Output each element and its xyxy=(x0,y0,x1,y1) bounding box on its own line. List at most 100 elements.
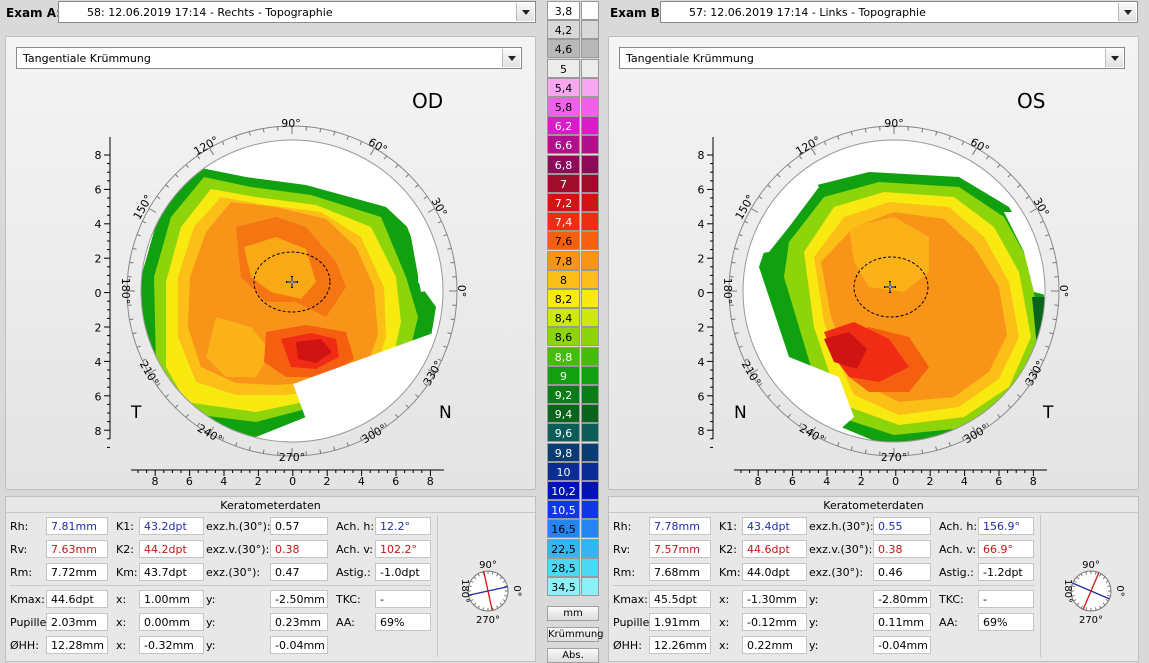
chevron-down-icon[interactable] xyxy=(1105,49,1123,67)
topography-map-b[interactable]: 886644220022446688 90° 60° 30° 0° 330° 3… xyxy=(609,77,1140,491)
map-type-select-b[interactable]: Tangentiale Krümmung xyxy=(619,47,1125,69)
k1-label: K1: xyxy=(116,520,134,533)
angle-90-a: 90° xyxy=(281,117,301,130)
y-tick-label: 6 xyxy=(698,184,705,197)
pup_x-label: x: xyxy=(719,616,729,629)
angle-tick xyxy=(149,209,156,213)
angle-60-a: 60° xyxy=(366,135,389,156)
chevron-down-icon[interactable] xyxy=(502,49,520,67)
y-tick-label: 8 xyxy=(95,425,102,438)
y-tick-label: 6 xyxy=(698,391,705,404)
scale-value: 4,6 xyxy=(547,39,580,58)
kmax_y-value: -2.50mm xyxy=(270,590,328,608)
x-tick-label: 2 xyxy=(324,475,331,488)
kmax-value: 44.6dpt xyxy=(46,590,108,608)
mm-button[interactable]: mm xyxy=(547,606,599,621)
scale-swatch xyxy=(581,519,599,538)
scale-cell: 9 xyxy=(547,366,599,385)
angle-tick xyxy=(936,132,937,136)
angle-tick xyxy=(320,450,321,454)
angle-150-b: 150° xyxy=(733,193,758,222)
keratometer-title: Keratometerdaten xyxy=(609,499,1138,513)
scale-cell: 9,4 xyxy=(547,404,599,423)
hh_y-value: -0.04mm xyxy=(873,636,931,654)
scale-value: 5,8 xyxy=(547,97,580,116)
scale-value: 8,4 xyxy=(547,308,580,327)
k2-label: K2: xyxy=(116,543,134,556)
map-type-select-a[interactable]: Tangentiale Krümmung xyxy=(16,47,522,69)
scale-value: 10 xyxy=(547,462,580,481)
scale-swatch xyxy=(581,347,599,366)
scale-value: 6,6 xyxy=(547,135,580,154)
km-value: 44.0dpt xyxy=(742,563,807,581)
scale-value: 5 xyxy=(547,59,580,78)
angle-tick xyxy=(406,174,409,177)
angle-240-a: 240° xyxy=(195,422,224,447)
angle-tick xyxy=(1026,196,1029,198)
angle-tick xyxy=(851,447,852,451)
x-tick-label: 0 xyxy=(892,475,899,488)
scale-cell: 6,2 xyxy=(547,116,599,135)
scale-swatch xyxy=(581,481,599,500)
hh-value: 12.28mm xyxy=(46,636,108,654)
tkc-label: TKC: xyxy=(336,593,361,606)
chevron-down-icon[interactable] xyxy=(1118,3,1136,21)
angle-tick xyxy=(1017,394,1020,397)
hh_x-value: 0.22mm xyxy=(742,636,807,654)
pup-value: 2.03mm xyxy=(46,613,108,631)
angle-tick xyxy=(1008,405,1011,408)
compass-label-w: 180° xyxy=(459,579,470,603)
scale-swatch xyxy=(581,423,599,442)
exam-b-select[interactable]: 57: 12.06.2019 17:14 - Links - Topograph… xyxy=(660,1,1138,23)
compass-label-w: 180° xyxy=(1062,579,1073,603)
angle-tick xyxy=(1040,359,1044,361)
scale-value: 8,6 xyxy=(547,327,580,346)
scale-swatch xyxy=(581,270,599,289)
y-tick-label: 4 xyxy=(698,356,705,369)
abs-button[interactable]: Abs. xyxy=(547,648,599,663)
hh_x-label: x: xyxy=(719,639,729,652)
scale-value: 5,4 xyxy=(547,78,580,97)
scale-cell: 28,5 xyxy=(547,558,599,577)
angle-tick xyxy=(443,346,447,347)
angle-tick xyxy=(962,141,964,145)
rm-label: Rm: xyxy=(10,566,32,579)
scale-swatch xyxy=(581,327,599,346)
angle-tick xyxy=(249,132,250,136)
x-tick-label: 4 xyxy=(961,475,968,488)
angle-tick xyxy=(424,196,427,198)
kmax_y-label: y: xyxy=(206,593,215,606)
scale-value: 9,8 xyxy=(547,443,580,462)
kruemmung-button[interactable]: Krümmung xyxy=(547,627,599,642)
angle-tick xyxy=(777,405,780,408)
topography-map-a[interactable]: 886644220022446688 90° 60° 30° 0° 330° 3… xyxy=(6,77,537,491)
angle-tick xyxy=(1050,333,1054,334)
angle-60-b: 60° xyxy=(968,135,991,156)
rv-label: Rv: xyxy=(613,543,630,556)
angle-tick xyxy=(133,248,137,249)
angle-240-b: 240° xyxy=(797,422,826,447)
angle-tick xyxy=(130,262,134,263)
y-tick-label: 8 xyxy=(698,149,705,162)
scale-value: 7,6 xyxy=(547,231,580,250)
scale-swatch xyxy=(581,443,599,462)
angle-tick xyxy=(759,196,762,198)
y-tick-label: 4 xyxy=(698,218,705,231)
scale-cell: 8 xyxy=(547,270,599,289)
angle-150-a: 150° xyxy=(131,193,156,222)
scale-value: 8,2 xyxy=(547,289,580,308)
angle-tick xyxy=(788,414,791,417)
scale-swatch xyxy=(581,116,599,135)
angle-tick xyxy=(175,174,178,177)
angle-tick xyxy=(415,394,418,397)
scale-cell: 8,6 xyxy=(547,327,599,346)
chevron-down-icon[interactable] xyxy=(516,3,534,21)
exam-a-select[interactable]: 58: 12.06.2019 17:14 - Rechts - Topograp… xyxy=(58,1,536,23)
pup_y-value: 0.11mm xyxy=(873,613,931,631)
axis-compass: 90°270°180°0° xyxy=(1046,545,1136,635)
hh-label: ØHH: xyxy=(10,639,39,652)
scale-swatch xyxy=(581,20,599,39)
angle-tick xyxy=(142,221,146,223)
k1-value: 43.2dpt xyxy=(139,517,204,535)
map-panel-a: Tangentiale Krümmung OD T N xyxy=(5,36,536,490)
